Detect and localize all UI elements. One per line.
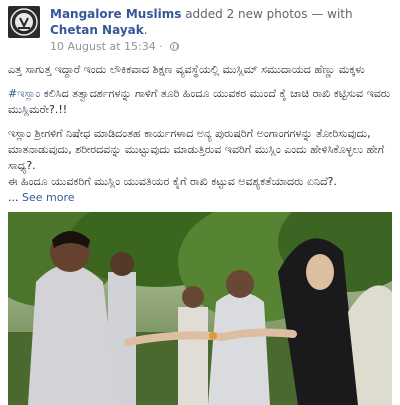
hashtag-link[interactable]: #ಇಸ್ಲಾಂ bbox=[8, 87, 40, 100]
post-headline: Mangalore Muslims added 2 new photos — w… bbox=[50, 6, 390, 38]
post-timestamp-link[interactable]: 10 August at 15:34 bbox=[50, 40, 156, 53]
with-text: — with bbox=[307, 7, 353, 21]
see-more-row: ... See more bbox=[8, 190, 394, 206]
see-more-link[interactable]: See more bbox=[22, 191, 75, 204]
ellipsis: ... bbox=[8, 191, 22, 204]
tagged-person-link[interactable]: Chetan Nayak bbox=[50, 23, 144, 37]
meta-separator: · bbox=[155, 40, 167, 53]
post-action-text: added 2 new photos bbox=[181, 7, 308, 21]
tagged-tail: . bbox=[143, 23, 148, 37]
post-header: Mangalore Muslims added 2 new photos — w… bbox=[8, 6, 392, 53]
post-photo[interactable] bbox=[8, 212, 392, 405]
mangalore-muslims-logo-icon bbox=[8, 6, 40, 38]
paragraph-1: ಎತ್ತ ಸಾಗುತ್ತ ಇದ್ದಾರೆ ಇಂದು ಲೌಕಿಕವಾದ ಶಿಕ್ಷ… bbox=[8, 63, 365, 76]
paragraph-2-text: ಕಲಿಸಿದ ತತ್ವಾದರ್ಶಗಳನ್ನು ಗಾಳಿಗೆ ತೂರಿ ಹಿಂದೂ… bbox=[8, 87, 391, 116]
post-meta: 10 August at 15:34 · bbox=[50, 40, 180, 53]
photo-image bbox=[8, 212, 392, 405]
facebook-post: Mangalore Muslims added 2 new photos — w… bbox=[0, 0, 400, 405]
page-avatar[interactable] bbox=[8, 6, 40, 38]
post-body: ಎತ್ತ ಸಾಗುತ್ತ ಇದ್ದಾರೆ ಇಂದು ಲೌಕಿಕವಾದ ಶಿಕ್ಷ… bbox=[8, 62, 394, 206]
globe-icon[interactable] bbox=[170, 42, 180, 51]
paragraph-2: #ಇಸ್ಲಾಂ ಕಲಿಸಿದ ತತ್ವಾದರ್ಶಗಳನ್ನು ಗಾಳಿಗೆ ತೂ… bbox=[8, 86, 394, 118]
paragraph-4: ಈ ಹಿಂದೂ ಯುವಕರಿಗೆ ಮುಸ್ಲಿಂ ಯುವತಿಯರ ಕೈಗೆ ರಾ… bbox=[8, 175, 338, 188]
page-name-link[interactable]: Mangalore Muslims bbox=[50, 7, 181, 21]
paragraph-3: ಇಸ್ಲಾಂ ಶ್ರೀಗಳಿಗೆ ನಿಷೇಧ ಮಾಡಿದಂತಹ ಕಾರ್ಯಗಳಾ… bbox=[8, 127, 385, 172]
